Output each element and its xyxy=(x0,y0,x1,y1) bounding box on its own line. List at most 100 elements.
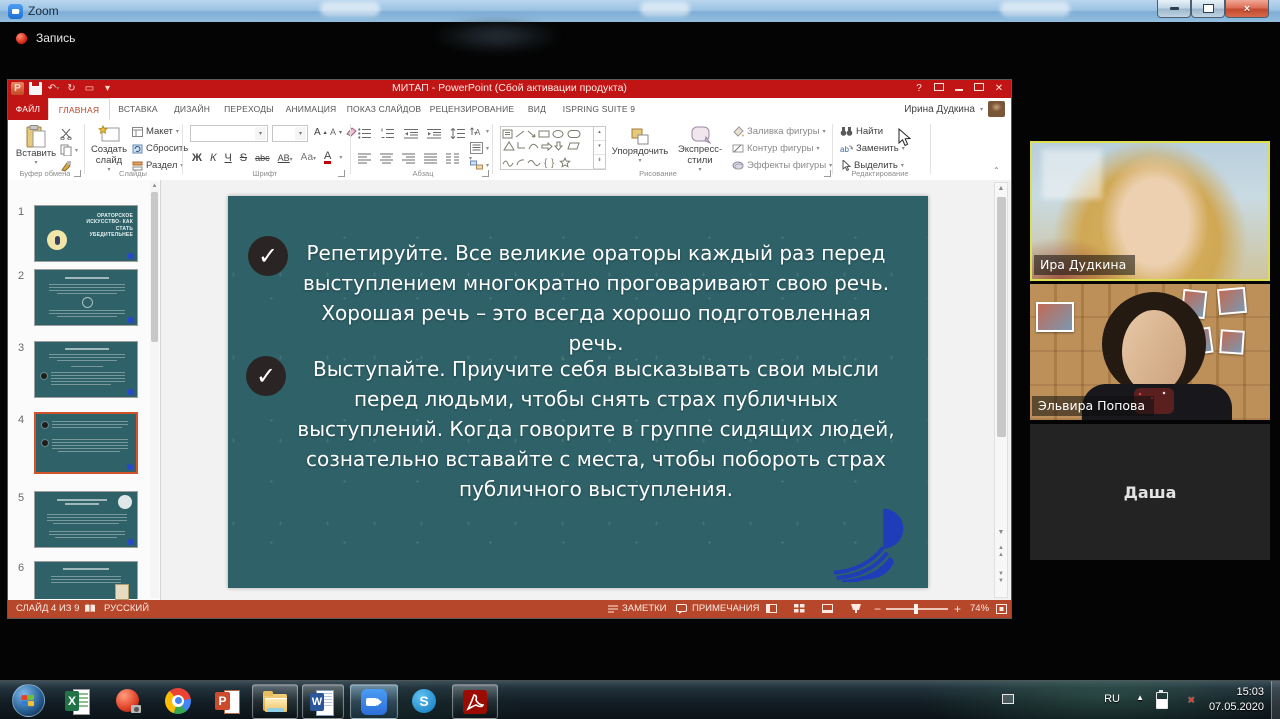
scrollbar-thumb[interactable] xyxy=(997,197,1006,437)
zoom-in-button[interactable]: + xyxy=(954,600,961,618)
taskbar-word[interactable]: W xyxy=(302,684,344,719)
align-right-icon[interactable] xyxy=(402,153,415,164)
taskbar-zoom-active[interactable] xyxy=(350,684,398,719)
thumbnail-scrollbar[interactable]: ▲ xyxy=(150,182,159,598)
cut-button[interactable] xyxy=(60,128,73,140)
scrollbar-thumb[interactable] xyxy=(151,192,158,342)
participant-video-ira[interactable]: Ира Дудкина xyxy=(1030,141,1270,281)
help-icon[interactable]: ? xyxy=(909,80,929,98)
participant-video-dasha[interactable]: Даша xyxy=(1030,424,1270,560)
slide-thumbnail-6[interactable] xyxy=(34,561,138,599)
next-slide-button[interactable]: ▼▼ xyxy=(995,571,1007,585)
taskbar-camera-app[interactable] xyxy=(108,684,148,717)
shapes-gallery[interactable]: { } ▴▾⇟ xyxy=(500,126,606,170)
shrink-font-button[interactable]: A▾ xyxy=(330,127,342,137)
ppt-minimize-button[interactable] xyxy=(949,80,969,98)
scroll-up-icon[interactable]: ▲ xyxy=(995,185,1007,192)
taskbar-acrobat[interactable] xyxy=(452,684,498,719)
clock[interactable]: 15:03 07.05.2020 xyxy=(1209,685,1264,715)
notes-button[interactable]: ЗАМЕТКИ xyxy=(622,600,667,618)
tab-slideshow[interactable]: ПОКАЗ СЛАЙДОВ xyxy=(342,98,426,120)
bullets-icon[interactable] xyxy=(358,128,372,139)
font-dialog-launcher[interactable] xyxy=(338,170,345,177)
tab-ispring[interactable]: ISPRING SUITE 9 xyxy=(556,98,642,120)
clear-formatting-button[interactable] xyxy=(345,126,357,137)
show-desktop-button[interactable] xyxy=(1271,681,1280,719)
slide-counter[interactable]: СЛАЙД 4 ИЗ 9 xyxy=(16,600,79,618)
character-spacing-button[interactable]: АВ▾ xyxy=(278,153,293,163)
tab-design[interactable]: ДИЗАЙН xyxy=(166,98,218,120)
close-button[interactable]: × xyxy=(1225,0,1269,18)
text-direction-button[interactable]: A▾ xyxy=(470,125,489,137)
slide-thumbnail-4-selected[interactable] xyxy=(34,412,138,474)
collapse-ribbon-button[interactable]: ⌃ xyxy=(993,166,1000,175)
slide-thumbnail-3[interactable] xyxy=(34,341,138,398)
tab-view[interactable]: ВИД xyxy=(518,98,556,120)
tab-file[interactable]: ФАЙЛ xyxy=(8,98,48,120)
slide-thumbnail-2[interactable] xyxy=(34,269,138,326)
find-button[interactable]: Найти xyxy=(840,126,883,137)
columns-icon[interactable] xyxy=(446,153,460,164)
shapes-scrollbar[interactable]: ▴▾⇟ xyxy=(593,127,605,169)
tab-transitions[interactable]: ПЕРЕХОДЫ xyxy=(218,98,280,120)
network-icon[interactable]: ✕ xyxy=(1002,694,1192,704)
recording-indicator[interactable]: Запись xyxy=(16,31,75,45)
slide-canvas[interactable]: ✓ Репетируйте. Все великие ораторы кажды… xyxy=(228,196,928,588)
previous-slide-button[interactable]: ▲▲ xyxy=(995,545,1007,559)
quick-styles-button[interactable]: Экспресс-стили▾ xyxy=(674,125,726,174)
paragraph-dialog-launcher[interactable] xyxy=(482,170,489,177)
tab-home[interactable]: ГЛАВНАЯ xyxy=(48,98,110,120)
tab-insert[interactable]: ВСТАВКА xyxy=(110,98,166,120)
fit-to-window-icon[interactable] xyxy=(996,604,1007,617)
taskbar-chrome[interactable] xyxy=(158,684,198,717)
language-indicator[interactable]: РУССКИЙ xyxy=(104,600,149,618)
layout-button[interactable]: Макет▾ xyxy=(132,126,179,137)
zoom-slider[interactable] xyxy=(886,608,948,610)
align-text-button[interactable]: ▾ xyxy=(470,142,489,154)
shape-outline-button[interactable]: Контур фигуры▾ xyxy=(732,143,819,154)
taskbar-explorer[interactable] xyxy=(252,684,298,719)
participant-video-elvira[interactable]: Эльвира Попова xyxy=(1030,284,1270,420)
slide-thumbnail-5[interactable] xyxy=(34,491,138,548)
scroll-up-icon[interactable]: ▲ xyxy=(150,183,159,189)
account-area[interactable]: Ирина Дудкина ▾ xyxy=(904,101,1005,117)
ribbon-display-options-icon[interactable] xyxy=(929,80,949,98)
font-name-combo[interactable]: ▾ xyxy=(190,125,268,142)
font-color-button[interactable]: А xyxy=(324,151,331,164)
align-center-icon[interactable] xyxy=(380,153,393,164)
maximize-button[interactable] xyxy=(1191,0,1225,18)
editor-scrollbar[interactable]: ▲ ▼ ▲▲ ▼▼ xyxy=(994,182,1008,598)
taskbar-excel[interactable]: X xyxy=(58,684,98,717)
copy-button[interactable]: ▾ xyxy=(60,144,78,156)
replace-button[interactable]: abЗаменить▾ xyxy=(840,143,905,154)
align-left-icon[interactable] xyxy=(358,153,371,164)
reset-button[interactable]: Сбросить xyxy=(132,143,188,154)
ppt-restore-button[interactable] xyxy=(969,80,989,98)
font-size-combo[interactable]: ▾ xyxy=(272,125,308,142)
shape-fill-button[interactable]: Заливка фигуры▾ xyxy=(732,126,826,137)
decrease-indent-icon[interactable] xyxy=(404,128,418,139)
taskbar-skype[interactable]: S xyxy=(404,684,444,717)
arrange-button[interactable]: Упорядочить▾ xyxy=(608,127,672,165)
clipboard-dialog-launcher[interactable] xyxy=(74,170,81,177)
line-spacing-icon[interactable] xyxy=(450,128,465,139)
normal-view-icon[interactable] xyxy=(766,604,777,613)
numbering-icon[interactable] xyxy=(381,128,395,139)
drawing-dialog-launcher[interactable] xyxy=(824,170,831,177)
taskbar-powerpoint[interactable]: P xyxy=(208,684,248,717)
paste-button[interactable]: Вставить▾ xyxy=(14,125,58,167)
zoom-slider-thumb[interactable] xyxy=(914,604,918,614)
scroll-down-icon[interactable]: ▼ xyxy=(995,529,1007,536)
tab-review[interactable]: РЕЦЕНЗИРОВАНИЕ xyxy=(426,98,518,120)
ppt-close-button[interactable]: ✕ xyxy=(989,80,1009,98)
underline-button[interactable]: Ч xyxy=(224,152,231,164)
text-shadow-button[interactable]: abc xyxy=(255,153,270,163)
increase-indent-icon[interactable] xyxy=(427,128,441,139)
slide-thumbnail-1[interactable]: ОРАТОРСКОЕ ИСКУССТВО- КАК СТАТЬ УБЕДИТЕЛ… xyxy=(34,205,138,262)
start-button[interactable] xyxy=(8,684,48,717)
reading-view-icon[interactable] xyxy=(822,604,833,613)
strikethrough-button[interactable]: S xyxy=(240,152,247,164)
tab-animations[interactable]: АНИМАЦИЯ xyxy=(280,98,342,120)
comments-button[interactable]: ПРИМЕЧАНИЯ xyxy=(692,600,759,618)
powerpoint-titlebar[interactable]: P ↶▾ ↻ ▭ ▾ МИТАП - PowerPoint (Сбой акти… xyxy=(8,80,1011,98)
